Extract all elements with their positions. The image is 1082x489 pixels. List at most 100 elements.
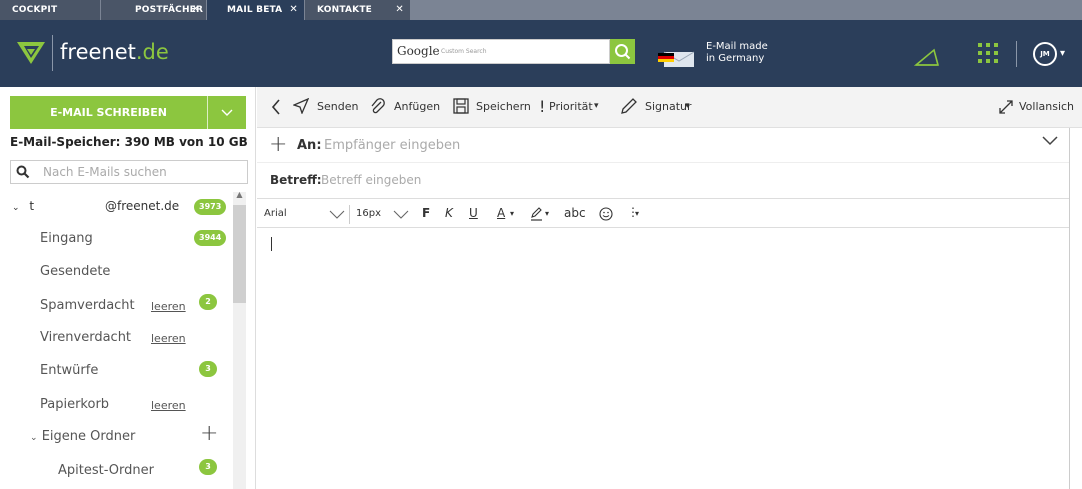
fullscreen-icon[interactable] — [999, 100, 1013, 114]
tab-cockpit-label: COCKPIT — [12, 5, 58, 15]
chevron-down-icon[interactable]: ▾ — [510, 209, 514, 218]
google-brand: Google — [397, 44, 440, 58]
folder-spamverdacht[interactable]: Spamverdacht — [40, 298, 135, 313]
chevron-down-icon[interactable]: ▾ — [545, 209, 549, 218]
user-avatar[interactable]: JM — [1033, 42, 1057, 66]
add-folder-icon[interactable]: + — [200, 421, 218, 446]
fullscreen-button[interactable]: Vollansich — [1019, 100, 1074, 113]
header-divider — [1016, 41, 1017, 67]
account-domain: @freenet.de — [105, 199, 180, 213]
app-tab-bar: COCKPIT POSTFÄCHER ✕ MAIL BETA ✕ KONTAKT… — [0, 0, 1082, 20]
subject-row: Betreff: Betreff eingeben — [257, 163, 1070, 199]
empty-spam-link[interactable]: leeren — [151, 300, 186, 313]
folder-spamverdacht-badge: 2 — [199, 294, 217, 310]
spellcheck-button[interactable]: abc — [564, 206, 586, 220]
tab-mail-beta[interactable]: MAIL BETA ✕ — [207, 0, 304, 20]
folder-gesendete[interactable]: Gesendete — [40, 264, 110, 279]
search-icon — [16, 165, 30, 179]
own-folders-label: Eigene Ordner — [41, 429, 136, 444]
empty-virus-link[interactable]: leeren — [151, 332, 186, 345]
mail-search-placeholder: Nach E-Mails suchen — [43, 165, 167, 179]
account-prefix: t — [29, 199, 35, 213]
attach-icon[interactable] — [369, 98, 386, 115]
megaphone-icon[interactable] — [914, 48, 940, 68]
message-body-editor[interactable] — [257, 229, 1069, 489]
save-icon[interactable] — [453, 98, 469, 114]
folder-apitest[interactable]: Apitest-Ordner — [58, 463, 154, 478]
subject-input[interactable]: Betreff eingeben — [321, 173, 421, 187]
send-button[interactable]: Senden — [317, 100, 358, 113]
storage-usage: E-Mail-Speicher: 390 MB von 10 GB — [10, 135, 248, 149]
compose-dropdown-button[interactable] — [208, 96, 246, 129]
emoji-icon[interactable] — [599, 207, 613, 221]
mail-sidebar: E-MAIL SCHREIBEN E-Mail-Speicher: 390 MB… — [0, 87, 256, 489]
compose-button[interactable]: E-MAIL SCHREIBEN — [10, 96, 207, 129]
chevron-down-icon: ⌄ — [30, 433, 38, 443]
format-toolbar: Arial 16px F K U A ▾ ▾ abc ⋮ ▾ — [257, 201, 1070, 228]
sidebar-scroll-thumb[interactable] — [233, 205, 246, 303]
chevron-down-icon[interactable]: ▾ — [685, 101, 690, 111]
add-recipient-icon[interactable]: + — [269, 132, 287, 157]
folder-apitest-badge: 3 — [199, 459, 217, 475]
compose-button-group: E-MAIL SCHREIBEN — [10, 96, 246, 129]
folder-eingang-badge: 3944 — [194, 230, 227, 246]
chevron-down-icon[interactable]: ▾ — [1060, 48, 1065, 59]
recipient-row: + An: Empfänger eingeben — [257, 128, 1070, 163]
folder-virenverdacht[interactable]: Virenverdacht — [40, 330, 131, 345]
empty-trash-link[interactable]: leeren — [151, 399, 186, 412]
signature-pen-icon[interactable] — [620, 98, 638, 115]
chevron-down-icon[interactable]: ▾ — [635, 209, 639, 218]
underline-button[interactable]: U — [469, 206, 478, 220]
search-button[interactable] — [610, 39, 635, 64]
chevron-down-icon[interactable] — [393, 210, 409, 219]
save-button[interactable]: Speichern — [476, 100, 531, 113]
italic-button[interactable]: K — [445, 206, 453, 220]
freenet-logo-icon[interactable] — [15, 37, 47, 69]
to-label: An: — [297, 138, 322, 153]
to-input[interactable]: Empfänger eingeben — [324, 138, 460, 153]
brand-name[interactable]: freenet.de — [60, 40, 169, 64]
german-flag-envelope-icon — [658, 51, 695, 67]
folder-entwuerfe[interactable]: Entwürfe — [40, 363, 98, 378]
highlight-pen-icon[interactable] — [530, 207, 543, 221]
chevron-down-icon[interactable] — [329, 210, 345, 219]
back-icon[interactable] — [271, 99, 281, 115]
folder-eingang[interactable]: Eingang — [40, 231, 93, 246]
editor-right-border — [1069, 128, 1070, 489]
font-size-select[interactable]: 16px — [356, 208, 381, 219]
tab-kontakte-label: KONTAKTE — [317, 5, 373, 15]
close-icon[interactable]: ✕ — [395, 0, 404, 20]
folder-papierkorb[interactable]: Papierkorb — [40, 397, 109, 412]
bold-button[interactable]: F — [422, 206, 430, 220]
chevron-down-icon[interactable] — [1042, 136, 1058, 146]
made-in-germany-label: E-Mail made in Germany — [706, 41, 768, 64]
format-divider — [349, 205, 350, 224]
tab-cockpit[interactable]: COCKPIT — [0, 0, 100, 20]
mail-search-input[interactable]: Nach E-Mails suchen — [10, 160, 248, 184]
tab-mail-beta-label: MAIL BETA — [227, 5, 283, 15]
priority-button[interactable]: Priorität — [549, 100, 593, 113]
custom-search-hint: Custom Search — [441, 48, 487, 55]
priority-icon[interactable]: ! — [539, 97, 545, 116]
search-icon — [615, 44, 631, 60]
apps-grid-icon[interactable] — [977, 42, 999, 64]
close-icon[interactable]: ✕ — [191, 0, 200, 20]
app-header: freenet.de Google Custom Search E-Mail m… — [0, 20, 1082, 87]
send-icon[interactable] — [293, 98, 309, 114]
own-folders-toggle[interactable]: ⌄ Eigene Ordner — [30, 429, 135, 444]
account-row[interactable]: ⌄ t — [12, 199, 34, 213]
close-icon[interactable]: ✕ — [289, 0, 298, 20]
folder-entwuerfe-badge: 3 — [199, 361, 217, 377]
tab-postfaecher[interactable]: POSTFÄCHER ✕ — [101, 0, 206, 20]
chevron-down-icon[interactable]: ⌄ — [12, 203, 20, 213]
chevron-down-icon — [221, 109, 233, 116]
compose-toolbar: Senden Anfügen Speichern ! Priorität ▾ S… — [257, 87, 1082, 128]
attach-button[interactable]: Anfügen — [394, 100, 440, 113]
google-search-input[interactable]: Google Custom Search — [392, 39, 610, 64]
tab-kontakte[interactable]: KONTAKTE ✕ — [305, 0, 410, 20]
font-family-select[interactable]: Arial — [264, 208, 287, 219]
account-unread-badge: 3973 — [194, 199, 227, 215]
font-color-icon[interactable]: A — [497, 206, 505, 220]
chevron-down-icon[interactable]: ▾ — [594, 101, 599, 111]
scroll-up-icon[interactable]: ▲ — [233, 190, 246, 204]
